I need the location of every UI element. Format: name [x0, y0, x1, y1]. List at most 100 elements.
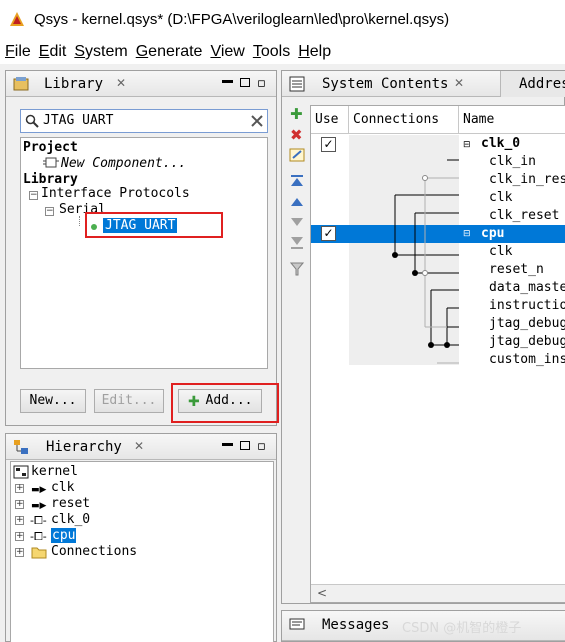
- remove-icon[interactable]: ✖: [290, 126, 303, 144]
- interface-name: jtag_debug: [489, 316, 565, 331]
- move-to-top-icon[interactable]: [290, 175, 304, 187]
- hierarchy-tab[interactable]: Hierarchy ✕ ▫: [6, 434, 276, 460]
- add-icon[interactable]: ✚: [290, 105, 303, 123]
- interface-name: clk_in_res: [489, 172, 565, 187]
- menu-help[interactable]: Help: [294, 40, 335, 64]
- expand-icon[interactable]: +: [15, 500, 24, 509]
- watermark: CSDN @机智的橙子: [402, 621, 522, 636]
- float-icon[interactable]: ▫: [257, 76, 266, 91]
- move-down-icon[interactable]: [290, 217, 304, 227]
- interface-name: instructio: [489, 298, 565, 313]
- float-icon[interactable]: ▫: [257, 439, 266, 454]
- title-bar: Qsys - kernel.qsys* (D:\FPGA\veriloglear…: [0, 0, 565, 40]
- system-contents-tab-label: System Contents: [322, 76, 449, 92]
- horizontal-scrollbar[interactable]: <: [311, 584, 565, 602]
- edit-button[interactable]: Edit...: [94, 389, 164, 413]
- collapse-icon[interactable]: −: [45, 207, 54, 216]
- library-tab-close-icon[interactable]: ✕: [116, 76, 126, 90]
- interface-name: custom_ins: [489, 352, 565, 367]
- expand-icon[interactable]: +: [15, 484, 24, 493]
- highlight-box: [171, 383, 279, 423]
- expand-icon[interactable]: +: [15, 516, 24, 525]
- hierarchy-item-connections[interactable]: Connections: [51, 544, 137, 559]
- interface-name: clk_in: [489, 154, 536, 169]
- system-contents-tab[interactable]: System Contents ✕ Addres: [282, 71, 565, 97]
- hierarchy-icon: [14, 440, 28, 454]
- clear-search-icon[interactable]: [251, 115, 263, 127]
- hierarchy-tab-close-icon[interactable]: ✕: [134, 439, 144, 453]
- menu-tools[interactable]: Tools: [249, 40, 294, 64]
- system-contents-icon: [289, 76, 305, 92]
- messages-icon: [289, 618, 305, 630]
- collapse-icon[interactable]: ⊟: [463, 140, 471, 150]
- maximize-icon[interactable]: [240, 78, 250, 87]
- menu-bar: File Edit System Generate View Tools Hel…: [0, 40, 565, 64]
- system-contents-tab-close-icon[interactable]: ✕: [454, 76, 464, 90]
- library-tab[interactable]: Library ✕ ▫: [6, 71, 276, 97]
- messages-tab[interactable]: Messages CSDN @机智的橙子: [282, 611, 565, 641]
- menu-generate[interactable]: Generate: [132, 40, 207, 64]
- collapse-icon[interactable]: −: [29, 191, 38, 200]
- menu-edit[interactable]: Edit: [35, 40, 71, 64]
- hierarchy-item-clk0[interactable]: clk_0: [51, 512, 90, 527]
- library-search-field[interactable]: JTAG UART: [20, 109, 268, 133]
- library-tab-label: Library: [44, 76, 104, 92]
- column-header-use[interactable]: Use: [311, 106, 349, 134]
- tree-new-component[interactable]: New Component...: [61, 156, 186, 171]
- minimize-icon[interactable]: [222, 443, 233, 446]
- hierarchy-item-cpu[interactable]: cpu: [51, 528, 77, 543]
- library-tree: Project New Component... Library − Inter…: [20, 137, 268, 369]
- hierarchy-tab-label: Hierarchy: [46, 439, 122, 455]
- column-header-connections[interactable]: Connections: [349, 106, 459, 134]
- tree-library-label: Library: [23, 172, 78, 187]
- maximize-icon[interactable]: [240, 441, 250, 450]
- module-icon: -⧠-: [30, 530, 47, 543]
- move-to-bottom-icon[interactable]: [290, 237, 304, 249]
- hierarchy-item-reset[interactable]: reset: [51, 496, 90, 511]
- component-name[interactable]: cpu: [481, 226, 504, 241]
- messages-tab-label: Messages: [322, 617, 390, 633]
- edit-icon[interactable]: [289, 148, 305, 162]
- interface-name: reset_n: [489, 262, 544, 277]
- search-icon: [25, 114, 39, 128]
- address-map-tab-label: Addres: [519, 76, 565, 92]
- menu-file[interactable]: File: [0, 40, 35, 64]
- move-up-icon[interactable]: [290, 197, 304, 207]
- interface-name: jtag_debug: [489, 334, 565, 349]
- filter-icon[interactable]: [290, 262, 304, 276]
- library-icon: [13, 77, 29, 91]
- tree-interface-protocols[interactable]: Interface Protocols: [41, 186, 190, 201]
- hierarchy-panel: Hierarchy ✕ ▫ kernel + ▬▶ clk + ▬▶ reset…: [5, 433, 277, 642]
- component-name[interactable]: clk_0: [481, 136, 520, 151]
- hierarchy-item-clk[interactable]: clk: [51, 480, 74, 495]
- system-contents-panel: System Contents ✕ Addres ✚ ✖ Use Connect…: [281, 70, 565, 604]
- search-input[interactable]: JTAG UART: [43, 113, 113, 128]
- menu-system[interactable]: System: [70, 40, 131, 64]
- component-icon: [43, 157, 59, 168]
- use-checkbox[interactable]: ✓: [321, 137, 336, 152]
- hierarchy-root[interactable]: kernel: [31, 464, 78, 479]
- module-icon: -⧠-: [30, 514, 47, 527]
- messages-panel: Messages CSDN @机智的橙子: [281, 610, 565, 642]
- interface-name: data_maste: [489, 280, 565, 295]
- scroll-left-icon[interactable]: <: [317, 586, 327, 600]
- minimize-icon[interactable]: [222, 80, 233, 83]
- window-title: Qsys - kernel.qsys* (D:\FPGA\veriloglear…: [34, 11, 450, 28]
- column-header-name[interactable]: Name: [459, 106, 565, 134]
- collapse-icon[interactable]: ⊟: [463, 229, 471, 239]
- use-checkbox[interactable]: ✓: [321, 226, 336, 241]
- menu-view[interactable]: View: [206, 40, 248, 64]
- expand-icon[interactable]: +: [15, 548, 24, 557]
- highlight-box: [85, 212, 223, 238]
- interface-name: clk_reset: [489, 208, 560, 223]
- new-button[interactable]: New...: [20, 389, 86, 413]
- reset-port-icon: ▬▶: [31, 501, 47, 511]
- address-map-tab[interactable]: Addres: [500, 71, 565, 97]
- qsys-app-icon: [10, 12, 24, 26]
- tree-project-label: Project: [23, 140, 78, 155]
- system-contents-table: Use Connections Name ✓ ✓ ⊟ clk_0 clk_in …: [310, 105, 565, 603]
- expand-icon[interactable]: +: [15, 532, 24, 541]
- tree-connector: [79, 216, 80, 226]
- clock-port-icon: ▬▶: [31, 485, 47, 495]
- library-panel: Library ✕ ▫ JTAG UART Project New Compon…: [5, 70, 279, 426]
